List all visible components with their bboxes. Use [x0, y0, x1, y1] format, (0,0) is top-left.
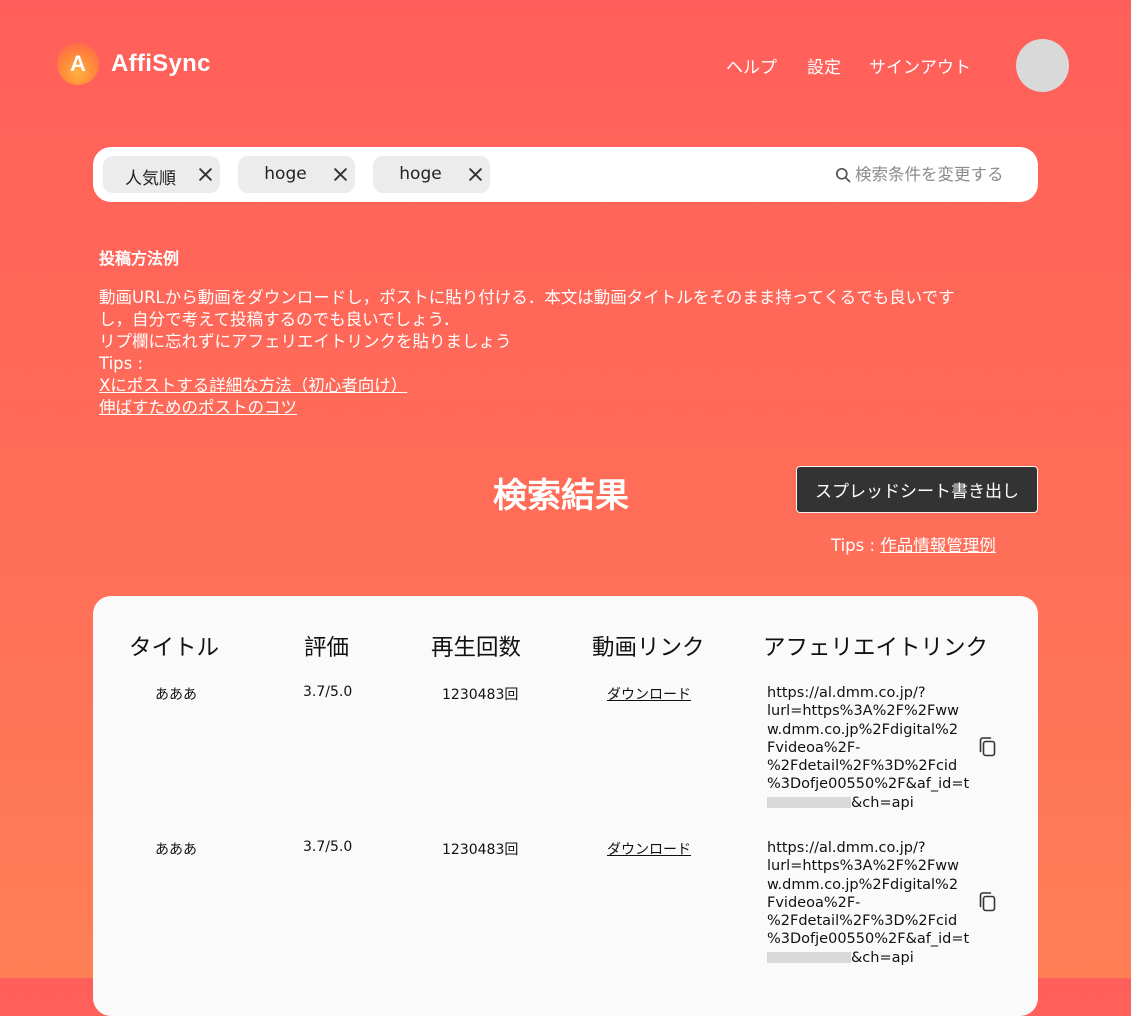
row-rating: 3.7/5.0: [303, 684, 353, 700]
download-link[interactable]: ダウンロード: [607, 839, 691, 859]
user-avatar[interactable]: [1016, 39, 1069, 92]
filter-chip[interactable]: hoge: [373, 156, 490, 193]
affiliate-url-line: Fvideoa%2F-: [767, 894, 861, 911]
guide-text-line: リプ欄に忘れずにアフェリエイトリンクを貼りましょう: [99, 332, 512, 351]
row-title: あああ: [155, 687, 197, 703]
nav-help-link[interactable]: ヘルプ: [726, 53, 777, 78]
guide-text-line: し，自分で考えて投稿するのでも良いでしょう．: [99, 310, 460, 329]
column-header-affiliate-link: アフェリエイトリンク: [763, 635, 989, 661]
search-bar: 人気順 hoge hoge: [93, 147, 1038, 202]
row-rating: 3.7/5.0: [303, 839, 353, 855]
column-header-video-link: 動画リンク: [592, 635, 705, 661]
affiliate-url-line: &ch=api: [767, 949, 967, 967]
column-header-rating: 評価: [304, 635, 350, 661]
column-header-plays: 再生回数: [431, 635, 522, 661]
affiliate-url-line: %3Dofje00550%2F&af_id=t: [767, 776, 970, 793]
posting-guide-body: 動画URLから動画をダウンロードし，ポストに貼り付ける．本文は動画タイトルをその…: [99, 287, 1039, 419]
row-plays: 1230483回: [442, 842, 519, 858]
app-header: A AffiSync ヘルプ 設定 サインアウト: [0, 0, 1131, 130]
guide-tips-label: Tips :: [99, 354, 144, 373]
download-link[interactable]: ダウンロード: [607, 684, 691, 704]
nav-settings-link[interactable]: 設定: [807, 53, 841, 78]
close-icon[interactable]: [333, 167, 348, 182]
affiliate-url-line: %3Dofje00550%2F&af_id=t: [767, 931, 970, 948]
close-icon[interactable]: [198, 167, 213, 182]
column-header-title: タイトル: [129, 635, 220, 661]
affiliate-url-line: w.dmm.co.jp%2Fdigital%2: [767, 721, 959, 738]
copy-icon[interactable]: [977, 736, 999, 760]
table-row: あああ 3.7/5.0 1230483回 ダウンロード https://al.d…: [93, 839, 1038, 989]
posting-guide-title: 投稿方法例: [99, 249, 180, 268]
filter-chip-label: hoge: [399, 164, 442, 184]
affiliate-url: https://al.dmm.co.jp/? lurl=https%3A%2F%…: [767, 684, 970, 812]
affiliate-url-line: https://al.dmm.co.jp/?: [767, 840, 926, 856]
close-icon[interactable]: [468, 167, 483, 182]
logo-mark: A: [57, 43, 99, 85]
filter-chip-label: hoge: [264, 164, 307, 184]
affiliate-url-line: &ch=api: [767, 794, 967, 812]
redacted-text: [767, 952, 851, 964]
results-table: タイトル 評価 再生回数 動画リンク アフェリエイトリンク あああ 3.7/5.…: [93, 596, 1038, 1016]
results-tips: Tips : 作品情報管理例: [831, 532, 996, 556]
results-title: 検索結果: [493, 476, 629, 516]
affiliate-url-line: lurl=https%3A%2F%2Fww: [767, 858, 960, 875]
work-info-example-link[interactable]: 作品情報管理例: [880, 536, 996, 555]
export-spreadsheet-button[interactable]: スプレッドシート書き出し: [796, 466, 1038, 513]
app-logo[interactable]: A AffiSync: [57, 43, 211, 85]
affiliate-url-line: %2Fdetail%2F%3D%2Fcid: [767, 758, 958, 775]
row-title: あああ: [155, 842, 197, 858]
x-post-guide-link[interactable]: Xにポストする詳細な方法（初心者向け）: [99, 375, 407, 397]
filter-chip-label: 人気順: [125, 169, 176, 189]
affiliate-url-tail: &ch=api: [851, 949, 914, 966]
affiliate-url-line: w.dmm.co.jp%2Fdigital%2: [767, 876, 959, 893]
search-icon: [835, 167, 851, 183]
affiliate-url-line: lurl=https%3A%2F%2Fww: [767, 703, 960, 720]
post-tips-link[interactable]: 伸ばすためのポストのコツ: [99, 397, 297, 419]
table-row: あああ 3.7/5.0 1230483回 ダウンロード https://al.d…: [93, 684, 1038, 834]
affiliate-url-tail: &ch=api: [851, 794, 914, 811]
affiliate-url-line: https://al.dmm.co.jp/?: [767, 685, 926, 701]
posting-guide: 投稿方法例 動画URLから動画をダウンロードし，ポストに貼り付ける．本文は動画タ…: [99, 245, 1039, 419]
app-name: AffiSync: [111, 50, 211, 77]
search-input[interactable]: [855, 161, 1025, 188]
filter-chip[interactable]: 人気順: [103, 156, 220, 193]
affiliate-url: https://al.dmm.co.jp/? lurl=https%3A%2F%…: [767, 839, 970, 967]
nav-signout-link[interactable]: サインアウト: [869, 53, 971, 78]
results-tips-label: Tips :: [831, 536, 881, 555]
copy-icon[interactable]: [977, 891, 999, 915]
affiliate-url-line: Fvideoa%2F-: [767, 739, 861, 756]
redacted-text: [767, 797, 851, 809]
affiliate-url-line: %2Fdetail%2F%3D%2Fcid: [767, 913, 958, 930]
row-plays: 1230483回: [442, 687, 519, 703]
filter-chip[interactable]: hoge: [238, 156, 355, 193]
guide-text-line: 動画URLから動画をダウンロードし，ポストに貼り付ける．本文は動画タイトルをその…: [99, 288, 955, 307]
